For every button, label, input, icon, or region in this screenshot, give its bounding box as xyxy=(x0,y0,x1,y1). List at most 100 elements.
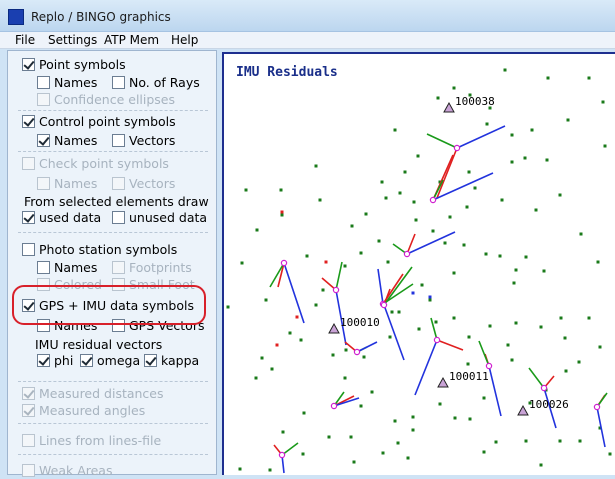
photo-station-marker xyxy=(453,144,461,152)
control-point-symbols-option[interactable]: Control point symbols xyxy=(22,113,176,130)
omega-residual-vector xyxy=(528,367,545,389)
control-vectors-checkbox[interactable] xyxy=(112,134,125,147)
check-names-option: Names xyxy=(37,175,97,192)
point-symbol xyxy=(417,327,421,331)
control-point-triangle xyxy=(328,322,340,334)
control-point-triangle xyxy=(443,101,455,113)
point-symbol xyxy=(244,188,248,192)
point-symbol xyxy=(524,439,528,443)
kappa-option[interactable]: kappa xyxy=(144,352,199,369)
used-data-option[interactable]: used data xyxy=(22,209,101,226)
point-symbol xyxy=(443,241,447,245)
weak-areas-option: Weak Areas xyxy=(22,462,112,479)
point-symbol xyxy=(349,435,353,439)
used-data-checkbox[interactable] xyxy=(22,211,35,224)
point-symbol xyxy=(558,439,562,443)
point-symbol xyxy=(462,243,466,247)
lines-from-file-label: Lines from lines-file xyxy=(39,433,162,448)
point-symbol xyxy=(598,345,602,349)
kappa-residual-vector xyxy=(356,341,378,353)
photo-station-marker xyxy=(485,362,493,370)
plot-canvas[interactable]: 100038 100010 100011 100026 IMU Residuals xyxy=(222,52,615,475)
point-symbol xyxy=(397,310,401,314)
point-symbol xyxy=(396,441,400,445)
point-symbol xyxy=(403,170,407,174)
photo-station-symbols-option[interactable]: Photo station symbols xyxy=(22,241,177,258)
point-symbol xyxy=(431,229,435,233)
point-symbol xyxy=(563,336,567,340)
photo-station-marker xyxy=(332,286,340,294)
control-names-checkbox[interactable] xyxy=(37,134,50,147)
point-symbol xyxy=(514,321,518,325)
point-symbol xyxy=(482,450,486,454)
kappa-residual-vector xyxy=(456,125,506,149)
point-symbol xyxy=(564,369,568,373)
point-symbols-checkbox[interactable] xyxy=(22,58,35,71)
names-checkbox[interactable] xyxy=(37,76,50,89)
station-names-option[interactable]: Names xyxy=(37,259,97,276)
point-symbol xyxy=(539,463,543,467)
point-symbol xyxy=(388,335,392,339)
no-of-rays-checkbox[interactable] xyxy=(112,76,125,89)
no-of-rays-option[interactable]: No. of Rays xyxy=(112,74,200,91)
phi-checkbox[interactable] xyxy=(37,354,50,367)
lines-from-file-checkbox xyxy=(22,434,35,447)
photo-station-symbols-checkbox[interactable] xyxy=(22,243,35,256)
point-symbol xyxy=(465,205,469,209)
point-symbol xyxy=(482,396,486,400)
point-symbol xyxy=(452,86,456,90)
point-symbol xyxy=(260,356,264,360)
phi-option[interactable]: phi xyxy=(37,352,73,369)
names-option[interactable]: Names xyxy=(37,74,97,91)
menu-settings[interactable]: Settings xyxy=(48,33,97,47)
measured-distances-option: Measured distances xyxy=(22,385,164,402)
unused-data-option[interactable]: unused data xyxy=(112,209,207,226)
footprints-checkbox xyxy=(112,261,125,274)
control-point-label: 100010 xyxy=(340,316,380,329)
point-symbol xyxy=(226,305,230,309)
point-symbol xyxy=(302,411,306,415)
residual-plot[interactable]: 100038 100010 100011 100026 xyxy=(224,54,615,475)
point-symbol xyxy=(327,435,331,439)
menu-help[interactable]: Help xyxy=(171,33,198,47)
station-names-checkbox[interactable] xyxy=(37,261,50,274)
point-symbol xyxy=(473,186,477,190)
footprints-label: Footprints xyxy=(129,260,192,275)
point-symbol xyxy=(411,291,415,295)
photo-station-marker xyxy=(280,259,288,267)
omega-option[interactable]: omega xyxy=(80,352,140,369)
control-point-label: 100038 xyxy=(455,95,495,108)
check-point-symbols-option: Check point symbols xyxy=(22,155,169,172)
point-symbol xyxy=(559,316,563,320)
footprints-option: Footprints xyxy=(112,259,192,276)
point-symbol xyxy=(558,193,562,197)
kappa-checkbox[interactable] xyxy=(144,354,157,367)
phi-residual-vector xyxy=(436,339,464,351)
menu-atp-mem[interactable]: ATP Mem xyxy=(104,33,159,47)
point-symbol xyxy=(485,122,489,126)
control-vectors-option[interactable]: Vectors xyxy=(112,132,175,149)
plot-title: IMU Residuals xyxy=(236,65,338,80)
point-symbol xyxy=(411,428,415,432)
control-names-option[interactable]: Names xyxy=(37,132,97,149)
menu-bar: File Settings ATP Mem Help xyxy=(0,32,615,49)
menu-file[interactable]: File xyxy=(15,33,35,47)
unused-data-checkbox[interactable] xyxy=(112,211,125,224)
point-symbol xyxy=(255,228,259,232)
weak-areas-checkbox xyxy=(22,464,35,477)
omega-checkbox[interactable] xyxy=(80,354,93,367)
point-symbol xyxy=(467,170,471,174)
point-symbol xyxy=(596,260,600,264)
point-symbol xyxy=(398,191,402,195)
check-names-label: Names xyxy=(54,176,98,191)
control-point-label: 100011 xyxy=(449,370,489,383)
point-symbol xyxy=(452,316,456,320)
check-vectors-option: Vectors xyxy=(112,175,175,192)
point-symbol xyxy=(500,198,504,202)
kappa-residual-vector xyxy=(283,262,305,324)
point-symbol xyxy=(279,188,283,192)
window-title: Replo / BINGO graphics xyxy=(31,10,171,24)
point-symbols-option[interactable]: Point symbols xyxy=(22,56,126,73)
control-point-symbols-checkbox[interactable] xyxy=(22,115,35,128)
point-symbol xyxy=(524,255,528,259)
